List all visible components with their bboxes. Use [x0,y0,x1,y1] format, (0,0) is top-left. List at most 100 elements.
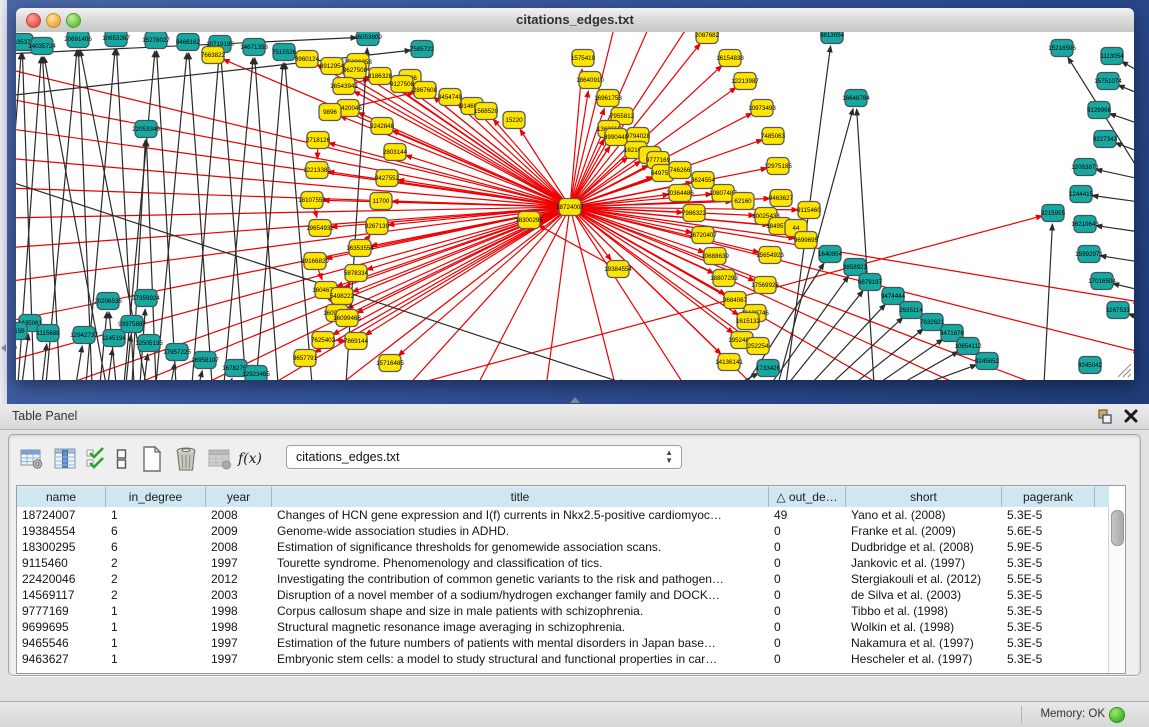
table-cell[interactable]: 0 [769,635,846,651]
table-cell[interactable]: Tibbo et al. (1998) [846,603,1002,619]
table-row[interactable]: 946554611997Estimation of the future num… [17,635,1109,651]
table-cell[interactable]: 9465546 [17,635,106,651]
table-cell[interactable]: 5.3E-5 [1002,635,1095,651]
citation-network-graph[interactable]: 8635372140357242069140610653267152780278… [16,32,1134,380]
table-cell[interactable]: 2 [106,571,206,587]
column-header-short[interactable]: short [846,486,1002,507]
table-cell[interactable]: 2 [106,555,206,571]
table-settings-button[interactable] [17,445,47,473]
function-builder-button[interactable]: f(x) [239,445,261,473]
table-cell[interactable]: 0 [769,539,846,555]
table-cell[interactable]: 5.3E-5 [1002,651,1095,667]
table-cell[interactable]: 6 [106,539,206,555]
table-cell[interactable]: 0 [769,619,846,635]
table-cell[interactable]: 0 [769,603,846,619]
table-cell[interactable]: 5.5E-5 [1002,571,1095,587]
table-cell[interactable]: 18724007 [17,507,106,523]
table-cell[interactable]: Stergiakouli et al. (2012) [846,571,1002,587]
table-cell[interactable]: 9115460 [17,555,106,571]
column-header-year[interactable]: year [206,486,272,507]
table-cell[interactable]: 1998 [206,603,272,619]
row-selection-button[interactable] [85,445,107,473]
create-column-button[interactable] [137,445,167,473]
table-cell[interactable]: Disruption of a novel member of a sodium… [272,587,769,603]
table-cell[interactable]: Changes of HCN gene expression and I(f) … [272,507,769,523]
column-header-in_degree[interactable]: in_degree [106,486,206,507]
table-vertical-scrollbar[interactable] [1108,507,1125,673]
table-cell[interactable]: 5.3E-5 [1002,555,1095,571]
table-cell[interactable]: 2 [106,587,206,603]
splitter-handle[interactable] [570,397,580,403]
table-cell[interactable]: 5.3E-5 [1002,507,1095,523]
table-row[interactable]: 1456911722003Disruption of a novel membe… [17,587,1109,603]
table-cell[interactable]: 5.6E-5 [1002,523,1095,539]
column-header-title[interactable]: title [272,486,769,507]
network-view-window[interactable]: citations_edges.txt 86353721403572420691… [16,8,1134,380]
table-cell[interactable]: Estimation of the future numbers of pati… [272,635,769,651]
column-header-name[interactable]: name [17,486,106,507]
table-cell[interactable]: 18300295 [17,539,106,555]
table-cell[interactable]: 2009 [206,523,272,539]
table-cell[interactable]: 49 [769,507,846,523]
scrollbar-thumb[interactable] [1111,510,1124,546]
table-cell[interactable]: 1 [106,651,206,667]
table-cell[interactable]: Tourette syndrome. Phenomenology and cla… [272,555,769,571]
table-cell[interactable]: 1997 [206,651,272,667]
table-cell[interactable]: Corpus callosum shape and size in male p… [272,603,769,619]
column-header-out_de[interactable]: △ out_de… [769,486,846,507]
row-height-button[interactable] [111,445,133,473]
table-cell[interactable]: Hescheler et al. (1997) [846,651,1002,667]
table-cell[interactable]: 0 [769,651,846,667]
table-cell[interactable]: 1 [106,507,206,523]
table-cell[interactable]: 1 [106,619,206,635]
table-cell[interactable]: 9777169 [17,603,106,619]
network-canvas[interactable]: 8635372140357242069140610653267152780278… [16,32,1134,380]
column-header-pagerank[interactable]: pagerank [1002,486,1095,507]
table-cell[interactable]: 0 [769,571,846,587]
table-cell[interactable]: 5.3E-5 [1002,619,1095,635]
table-cell[interactable]: 0 [769,587,846,603]
table-cell[interactable]: 1 [106,603,206,619]
table-cell[interactable]: 2008 [206,507,272,523]
table-cell[interactable]: 14569117 [17,587,106,603]
table-selector-dropdown[interactable]: citations_edges.txt ▲▼ [286,445,682,469]
table-cell[interactable]: 9699695 [17,619,106,635]
table-row[interactable]: 1830029562008Estimation of significance … [17,539,1109,555]
network-window-titlebar[interactable]: citations_edges.txt [16,8,1134,33]
table-cell[interactable]: Franke et al. (2009) [846,523,1002,539]
table-cell[interactable]: Wolkin et al. (1998) [846,619,1002,635]
table-cell[interactable]: 1997 [206,555,272,571]
table-cell[interactable]: 5.9E-5 [1002,539,1095,555]
table-row[interactable]: 1872400712008Changes of HCN gene express… [17,507,1109,523]
table-cell[interactable]: 0 [769,523,846,539]
table-cell[interactable]: 5.3E-5 [1002,603,1095,619]
table-cell[interactable]: 19384554 [17,523,106,539]
table-cell[interactable]: 1 [106,635,206,651]
close-panel-icon[interactable] [1123,408,1139,424]
table-cell[interactable]: Estimation of significance thresholds fo… [272,539,769,555]
table-cell[interactable]: Jankovic et al. (1997) [846,555,1002,571]
table-cell[interactable]: 2012 [206,571,272,587]
table-cell[interactable]: 5.3E-5 [1002,587,1095,603]
table-cell[interactable]: 6 [106,523,206,539]
table-cell[interactable]: Yano et al. (2008) [846,507,1002,523]
table-cell[interactable]: de Silva et al. (2003) [846,587,1002,603]
table-cell[interactable]: Embryonic stem cells: a model to study s… [272,651,769,667]
table-row[interactable]: 969969511998Structural magnetic resonanc… [17,619,1109,635]
table-cell[interactable]: 0 [769,555,846,571]
table-cell[interactable]: 2008 [206,539,272,555]
delete-column-button[interactable] [171,445,201,473]
memory-status-indicator[interactable] [1109,707,1125,723]
column-visibility-button[interactable] [51,445,81,473]
table-row[interactable]: 2242004622012Investigating the contribut… [17,571,1109,587]
table-cell[interactable]: Nakamura et al. (1997) [846,635,1002,651]
window-resize-grip-icon[interactable] [1114,360,1132,378]
table-cell[interactable]: Genome-wide association studies in ADHD. [272,523,769,539]
table-row[interactable]: 977716911998Corpus callosum shape and si… [17,603,1109,619]
table-cell[interactable]: 2003 [206,587,272,603]
table-cell[interactable]: 1998 [206,619,272,635]
table-cell[interactable]: Dudbridge et al. (2008) [846,539,1002,555]
table-cell[interactable]: Structural magnetic resonance image aver… [272,619,769,635]
table-cell[interactable]: 22420046 [17,571,106,587]
table-row[interactable]: 946362711997Embryonic stem cells: a mode… [17,651,1109,667]
